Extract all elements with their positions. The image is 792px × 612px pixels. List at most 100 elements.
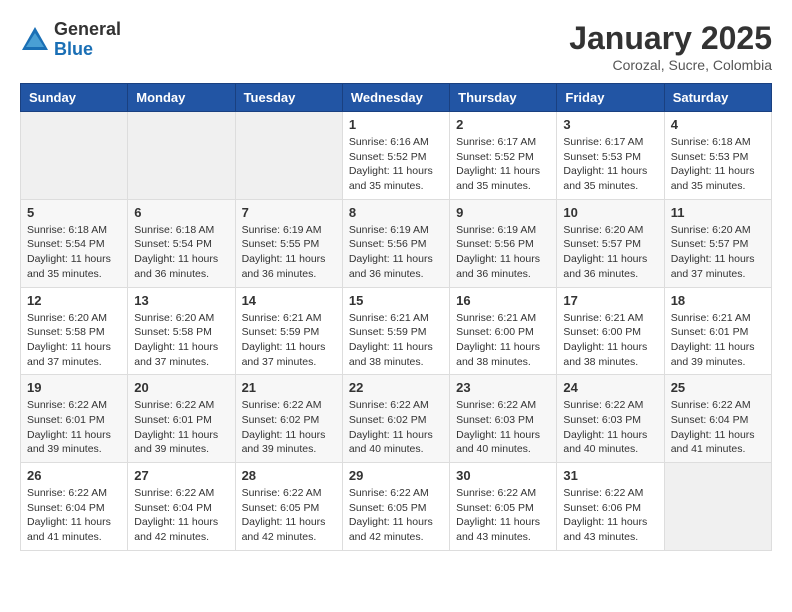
weekday-header-sunday: Sunday: [21, 84, 128, 112]
day-info: Sunrise: 6:17 AM Sunset: 5:52 PM Dayligh…: [456, 135, 550, 194]
day-number: 30: [456, 468, 550, 483]
calendar-week-5: 26 Sunrise: 6:22 AM Sunset: 6:04 PM Dayli…: [21, 463, 772, 551]
day-info: Sunrise: 6:20 AM Sunset: 5:58 PM Dayligh…: [27, 311, 121, 370]
calendar-body: 1 Sunrise: 6:16 AM Sunset: 5:52 PM Daylig…: [21, 112, 772, 551]
weekday-header-friday: Friday: [557, 84, 664, 112]
title-section: January 2025 Corozal, Sucre, Colombia: [569, 20, 772, 73]
day-number: 15: [349, 293, 443, 308]
calendar-table: SundayMondayTuesdayWednesdayThursdayFrid…: [20, 83, 772, 551]
calendar-cell: 29 Sunrise: 6:22 AM Sunset: 6:05 PM Dayli…: [342, 463, 449, 551]
day-info: Sunrise: 6:22 AM Sunset: 6:01 PM Dayligh…: [27, 398, 121, 457]
logo-general: General: [54, 20, 121, 40]
day-number: 28: [242, 468, 336, 483]
page-header: General Blue January 2025 Corozal, Sucre…: [20, 20, 772, 73]
day-number: 17: [563, 293, 657, 308]
calendar-cell: 4Sunrise: 6:18 AM Sunset: 5:53 PM Daylig…: [664, 112, 771, 200]
day-number: 11: [671, 205, 765, 220]
day-info: Sunrise: 6:22 AM Sunset: 6:05 PM Dayligh…: [242, 486, 336, 545]
calendar-cell: 15 Sunrise: 6:21 AM Sunset: 5:59 PM Dayli…: [342, 287, 449, 375]
day-number: 21: [242, 380, 336, 395]
day-number: 6: [134, 205, 228, 220]
calendar-cell: 28 Sunrise: 6:22 AM Sunset: 6:05 PM Dayli…: [235, 463, 342, 551]
day-info: Sunrise: 6:21 AM Sunset: 5:59 PM Dayligh…: [349, 311, 443, 370]
day-number: 8: [349, 205, 443, 220]
day-info: Sunrise: 6:20 AM Sunset: 5:57 PM Dayligh…: [671, 223, 765, 282]
calendar-cell: 13Sunrise: 6:20 AM Sunset: 5:58 PM Dayli…: [128, 287, 235, 375]
calendar-week-3: 12 Sunrise: 6:20 AM Sunset: 5:58 PM Dayli…: [21, 287, 772, 375]
day-number: 7: [242, 205, 336, 220]
calendar-cell: 11 Sunrise: 6:20 AM Sunset: 5:57 PM Dayli…: [664, 199, 771, 287]
weekday-header-tuesday: Tuesday: [235, 84, 342, 112]
calendar-cell: 30 Sunrise: 6:22 AM Sunset: 6:05 PM Dayli…: [450, 463, 557, 551]
calendar-cell: 31 Sunrise: 6:22 AM Sunset: 6:06 PM Dayli…: [557, 463, 664, 551]
day-info: Sunrise: 6:22 AM Sunset: 6:04 PM Dayligh…: [134, 486, 228, 545]
calendar-cell: 2 Sunrise: 6:17 AM Sunset: 5:52 PM Daylig…: [450, 112, 557, 200]
day-info: Sunrise: 6:22 AM Sunset: 6:06 PM Dayligh…: [563, 486, 657, 545]
calendar-cell: 6 Sunrise: 6:18 AM Sunset: 5:54 PM Daylig…: [128, 199, 235, 287]
day-info: Sunrise: 6:16 AM Sunset: 5:52 PM Dayligh…: [349, 135, 443, 194]
day-info: Sunrise: 6:18 AM Sunset: 5:54 PM Dayligh…: [134, 223, 228, 282]
day-number: 23: [456, 380, 550, 395]
calendar-cell: 18 Sunrise: 6:21 AM Sunset: 6:01 PM Dayli…: [664, 287, 771, 375]
logo-icon: [20, 25, 50, 55]
day-number: 12: [27, 293, 121, 308]
calendar-cell: 19 Sunrise: 6:22 AM Sunset: 6:01 PM Dayli…: [21, 375, 128, 463]
calendar-cell: 17Sunrise: 6:21 AM Sunset: 6:00 PM Dayli…: [557, 287, 664, 375]
day-number: 5: [27, 205, 121, 220]
day-number: 19: [27, 380, 121, 395]
day-number: 29: [349, 468, 443, 483]
weekday-header-wednesday: Wednesday: [342, 84, 449, 112]
calendar-cell: 12 Sunrise: 6:20 AM Sunset: 5:58 PM Dayli…: [21, 287, 128, 375]
day-number: 20: [134, 380, 228, 395]
day-number: 2: [456, 117, 550, 132]
weekday-header-saturday: Saturday: [664, 84, 771, 112]
day-number: 18: [671, 293, 765, 308]
day-number: 24: [563, 380, 657, 395]
calendar-cell: [664, 463, 771, 551]
calendar-cell: 7 Sunrise: 6:19 AM Sunset: 5:55 PM Daylig…: [235, 199, 342, 287]
day-number: 3: [563, 117, 657, 132]
day-info: Sunrise: 6:19 AM Sunset: 5:56 PM Dayligh…: [349, 223, 443, 282]
day-number: 31: [563, 468, 657, 483]
weekday-header-row: SundayMondayTuesdayWednesdayThursdayFrid…: [21, 84, 772, 112]
calendar-cell: [21, 112, 128, 200]
calendar-cell: 20Sunrise: 6:22 AM Sunset: 6:01 PM Dayli…: [128, 375, 235, 463]
calendar-cell: 3Sunrise: 6:17 AM Sunset: 5:53 PM Daylig…: [557, 112, 664, 200]
calendar-cell: 1 Sunrise: 6:16 AM Sunset: 5:52 PM Daylig…: [342, 112, 449, 200]
day-info: Sunrise: 6:20 AM Sunset: 5:57 PM Dayligh…: [563, 223, 657, 282]
calendar-cell: 16Sunrise: 6:21 AM Sunset: 6:00 PM Dayli…: [450, 287, 557, 375]
calendar-cell: 26Sunrise: 6:22 AM Sunset: 6:04 PM Dayli…: [21, 463, 128, 551]
calendar-cell: [235, 112, 342, 200]
calendar-cell: 22Sunrise: 6:22 AM Sunset: 6:02 PM Dayli…: [342, 375, 449, 463]
day-info: Sunrise: 6:22 AM Sunset: 6:02 PM Dayligh…: [242, 398, 336, 457]
day-info: Sunrise: 6:19 AM Sunset: 5:56 PM Dayligh…: [456, 223, 550, 282]
day-number: 16: [456, 293, 550, 308]
day-number: 22: [349, 380, 443, 395]
calendar-cell: 21 Sunrise: 6:22 AM Sunset: 6:02 PM Dayli…: [235, 375, 342, 463]
day-number: 25: [671, 380, 765, 395]
day-number: 14: [242, 293, 336, 308]
calendar-week-4: 19 Sunrise: 6:22 AM Sunset: 6:01 PM Dayli…: [21, 375, 772, 463]
day-info: Sunrise: 6:21 AM Sunset: 6:01 PM Dayligh…: [671, 311, 765, 370]
calendar-week-1: 1 Sunrise: 6:16 AM Sunset: 5:52 PM Daylig…: [21, 112, 772, 200]
day-number: 1: [349, 117, 443, 132]
day-info: Sunrise: 6:19 AM Sunset: 5:55 PM Dayligh…: [242, 223, 336, 282]
calendar-cell: 23Sunrise: 6:22 AM Sunset: 6:03 PM Dayli…: [450, 375, 557, 463]
day-info: Sunrise: 6:22 AM Sunset: 6:05 PM Dayligh…: [456, 486, 550, 545]
day-info: Sunrise: 6:22 AM Sunset: 6:05 PM Dayligh…: [349, 486, 443, 545]
month-title: January 2025: [569, 20, 772, 57]
day-number: 27: [134, 468, 228, 483]
calendar-header: SundayMondayTuesdayWednesdayThursdayFrid…: [21, 84, 772, 112]
day-info: Sunrise: 6:22 AM Sunset: 6:03 PM Dayligh…: [563, 398, 657, 457]
logo-blue: Blue: [54, 40, 121, 60]
day-number: 9: [456, 205, 550, 220]
calendar-cell: 27 Sunrise: 6:22 AM Sunset: 6:04 PM Dayli…: [128, 463, 235, 551]
day-number: 13: [134, 293, 228, 308]
weekday-header-thursday: Thursday: [450, 84, 557, 112]
day-info: Sunrise: 6:22 AM Sunset: 6:04 PM Dayligh…: [671, 398, 765, 457]
logo: General Blue: [20, 20, 121, 60]
location-subtitle: Corozal, Sucre, Colombia: [569, 57, 772, 73]
calendar-week-2: 5 Sunrise: 6:18 AM Sunset: 5:54 PM Daylig…: [21, 199, 772, 287]
calendar-cell: 9 Sunrise: 6:19 AM Sunset: 5:56 PM Daylig…: [450, 199, 557, 287]
day-number: 26: [27, 468, 121, 483]
